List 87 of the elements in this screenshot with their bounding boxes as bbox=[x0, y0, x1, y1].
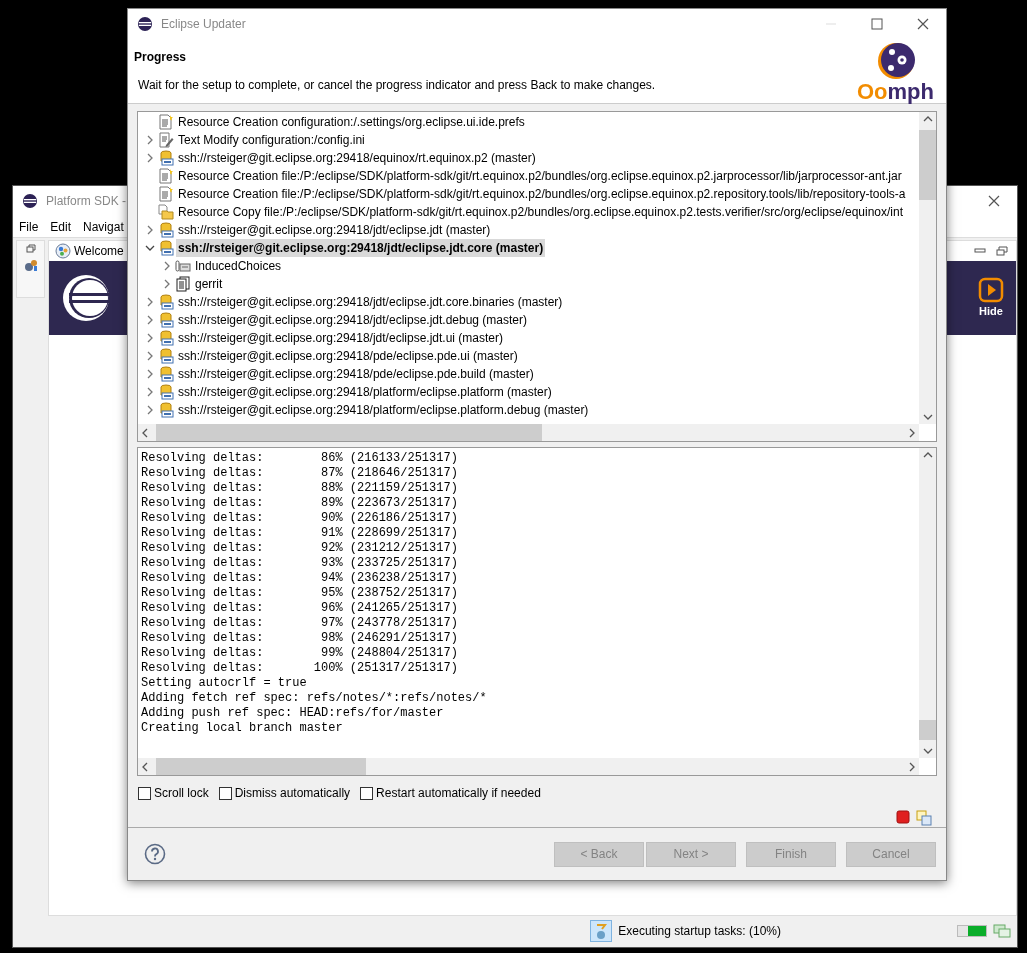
tree-item[interactable]: ssh://rsteiger@git.eclipse.org:29418/platform/eclipse.platform (master) bbox=[176, 383, 554, 401]
checkbox-option[interactable]: Restart automatically if needed bbox=[360, 784, 541, 802]
document-pencil-icon bbox=[158, 132, 174, 148]
repository-icon bbox=[158, 312, 174, 328]
repository-icon bbox=[158, 348, 174, 364]
log-line: Adding fetch ref spec: refs/notes/*:refs/notes/* bbox=[141, 691, 488, 706]
repository-icon bbox=[158, 294, 174, 310]
scroll-thumb[interactable] bbox=[156, 758, 366, 775]
repository-icon bbox=[158, 240, 174, 256]
tree-item[interactable]: Resource Creation configuration:/.settings/org.eclipse.ui.ide.prefs bbox=[176, 113, 527, 131]
checkbox-option[interactable]: Dismiss automatically bbox=[218, 784, 351, 802]
eclipse-icon bbox=[22, 193, 38, 209]
log-line: Resolving deltas: 98% (246291/251317) bbox=[141, 631, 459, 646]
horizontal-scrollbar[interactable] bbox=[138, 424, 919, 441]
eclipse-logo bbox=[61, 273, 111, 323]
log-line: Resolving deltas: 100% (251317/251317) bbox=[141, 661, 459, 676]
log-line: Resolving deltas: 86% (216133/251317) bbox=[141, 451, 459, 466]
menu-item[interactable]: File bbox=[19, 217, 39, 236]
tab-label: Welcome bbox=[74, 243, 124, 260]
windows-icon[interactable] bbox=[916, 810, 932, 826]
document-star-icon bbox=[158, 168, 174, 184]
vertical-scrollbar[interactable] bbox=[919, 112, 936, 424]
restore-icon[interactable] bbox=[996, 246, 1008, 256]
log-line: Resolving deltas: 92% (231212/251317) bbox=[141, 541, 459, 556]
tree-item[interactable]: Resource Copy file:/P:/eclipse/SDK/platform-sdk/git/rt.equinox.p2/bundles/org.eclipse.equinox.p2.tests.verifier/src/org/eclipse/equinox/int bbox=[176, 203, 906, 221]
repository-icon bbox=[158, 366, 174, 382]
document-star-icon bbox=[158, 186, 174, 202]
tree-item[interactable]: ssh://rsteiger@git.eclipse.org:29418/platform/eclipse.platform.debug (master) bbox=[176, 401, 591, 419]
progress-view-icon[interactable] bbox=[590, 920, 613, 942]
tree-item[interactable]: ssh://rsteiger@git.eclipse.org:29418/pde/eclipse.pde.build (master) bbox=[176, 365, 536, 383]
document-star-icon bbox=[158, 114, 174, 130]
perspective-icon[interactable] bbox=[22, 257, 39, 273]
window-title: Eclipse Updater bbox=[161, 16, 246, 33]
document-folder-icon bbox=[158, 204, 174, 220]
repository-icon bbox=[158, 384, 174, 400]
log-line: Resolving deltas: 87% (218646/251317) bbox=[141, 466, 459, 481]
scroll-thumb[interactable] bbox=[919, 130, 936, 200]
log-line: Resolving deltas: 95% (238752/251317) bbox=[141, 586, 459, 601]
tree-item[interactable]: gerrit bbox=[193, 275, 225, 293]
minimize-icon[interactable] bbox=[974, 246, 986, 256]
tree-item[interactable]: ssh://rsteiger@git.eclipse.org:29418/jdt/eclipse.jdt.core (master) bbox=[176, 239, 546, 257]
status-message: Executing startup tasks: (10%) bbox=[618, 923, 781, 940]
log-line: Resolving deltas: 96% (241265/251317) bbox=[141, 601, 459, 616]
log-line: Resolving deltas: 89% (223673/251317) bbox=[141, 496, 459, 511]
eclipse-icon bbox=[137, 16, 153, 32]
log-line: Resolving deltas: 90% (226186/251317) bbox=[141, 511, 459, 526]
log-line: Adding push ref spec: HEAD:refs/for/master bbox=[141, 706, 445, 721]
log-line: Resolving deltas: 97% (243778/251317) bbox=[141, 616, 459, 631]
log-line: Resolving deltas: 99% (248804/251317) bbox=[141, 646, 459, 661]
scroll-thumb[interactable] bbox=[919, 720, 936, 740]
window-title: Platform SDK - bbox=[46, 193, 126, 210]
tree-item[interactable]: ssh://rsteiger@git.eclipse.org:29418/pde/eclipse.pde.ui (master) bbox=[176, 347, 520, 365]
restore-icon[interactable] bbox=[25, 244, 36, 254]
repository-icon bbox=[158, 222, 174, 238]
tree-item[interactable]: ssh://rsteiger@git.eclipse.org:29418/jdt/eclipse.jdt.ui (master) bbox=[176, 329, 505, 347]
tree-item[interactable]: ssh://rsteiger@git.eclipse.org:29418/equinox/rt.equinox.p2 (master) bbox=[176, 149, 538, 167]
tree-item[interactable]: Resource Creation file:/P:/eclipse/SDK/platform-sdk/git/rt.equinox.p2/bundles/org.eclipse.equinox.p2.repository.tools/lib/repository-tools-a bbox=[176, 185, 908, 203]
tree-item[interactable]: ssh://rsteiger@git.eclipse.org:29418/jdt/eclipse.jdt.debug (master) bbox=[176, 311, 530, 329]
log-line: Creating local branch master bbox=[141, 721, 344, 736]
log-line: Resolving deltas: 88% (221159/251317) bbox=[141, 481, 459, 496]
help-icon[interactable] bbox=[144, 843, 166, 865]
checkbox-option[interactable]: Scroll lock bbox=[138, 784, 209, 802]
tree-item[interactable]: ssh://rsteiger@git.eclipse.org:29418/jdt/eclipse.jdt (master) bbox=[176, 221, 493, 239]
repository-icon bbox=[158, 402, 174, 418]
stop-icon[interactable] bbox=[896, 810, 910, 824]
page-heading: Progress bbox=[134, 49, 188, 66]
horizontal-scrollbar[interactable] bbox=[138, 758, 919, 775]
page-description: Wait for the setup to complete, or cancel the progress indicator and press Back to make changes. bbox=[138, 77, 656, 94]
repository-icon bbox=[158, 330, 174, 346]
repository-icon bbox=[158, 150, 174, 166]
log-line: Resolving deltas: 91% (228699/251317) bbox=[141, 526, 459, 541]
scroll-thumb[interactable] bbox=[156, 424, 542, 441]
attribute-icon bbox=[175, 258, 191, 274]
menu-item[interactable]: Edit bbox=[50, 217, 72, 236]
tree-item[interactable]: Resource Creation file:/P:/eclipse/SDK/platform-sdk/git/rt.equinox.p2/bundles/org.eclipse.equinox.p2.jarprocessor/lib/jarprocessor-ant.jar bbox=[176, 167, 904, 185]
tree-item[interactable]: Text Modify configuration:/config.ini bbox=[176, 131, 367, 149]
log-line: Resolving deltas: 93% (233725/251317) bbox=[141, 556, 459, 571]
welcome-icon bbox=[55, 243, 71, 259]
menu-item[interactable]: Navigat bbox=[83, 217, 124, 236]
documents-icon bbox=[175, 276, 191, 292]
logo-text: Oomph bbox=[857, 81, 934, 103]
heap-bar bbox=[957, 925, 987, 937]
tree-item[interactable]: InducedChoices bbox=[193, 257, 284, 275]
tree-item[interactable]: ssh://rsteiger@git.eclipse.org:29418/jdt/eclipse.jdt.core.binaries (master) bbox=[176, 293, 565, 311]
log-line: Setting autocrlf = true bbox=[141, 676, 308, 691]
vertical-scrollbar[interactable] bbox=[919, 448, 936, 758]
log-line: Resolving deltas: 94% (236238/251317) bbox=[141, 571, 459, 586]
